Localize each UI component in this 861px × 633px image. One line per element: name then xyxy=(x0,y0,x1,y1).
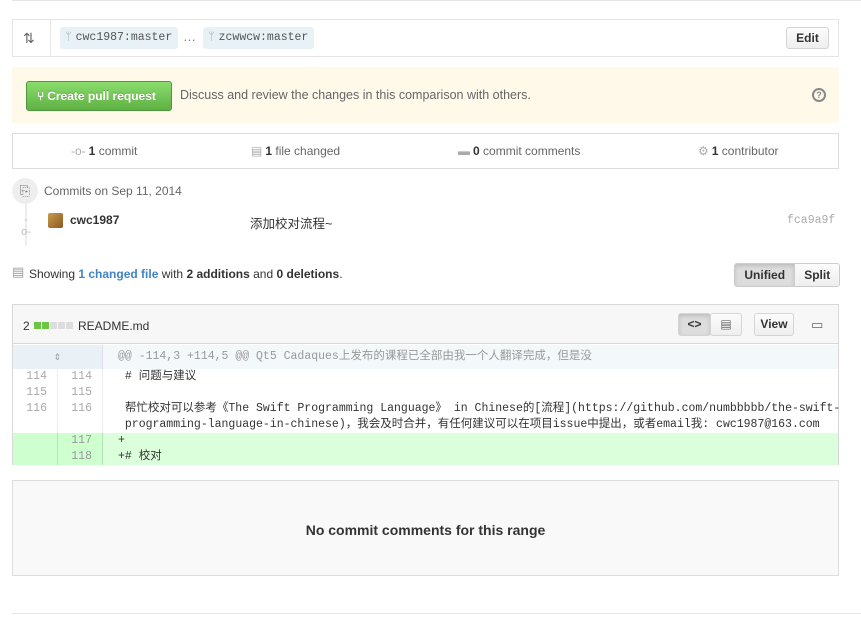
edit-button[interactable]: Edit xyxy=(786,27,829,49)
commit-sha[interactable]: fca9a9f xyxy=(787,214,835,227)
toc-with: with xyxy=(161,267,184,281)
commit-comments-box: No commit comments for this range xyxy=(12,480,839,576)
diffstat-block-added xyxy=(42,322,49,329)
diffstat-block-added xyxy=(34,322,41,329)
question-icon[interactable]: ? xyxy=(812,88,826,102)
rich-diff-button[interactable]: ▤ xyxy=(710,313,742,336)
diff-line: 114 114 # 问题与建议 xyxy=(13,369,838,385)
split-button[interactable]: Split xyxy=(795,264,839,286)
old-line-number[interactable]: 114 xyxy=(13,369,58,385)
head-branch-label: zcwwcw:master xyxy=(218,31,309,44)
files-count: 1 xyxy=(265,144,273,158)
diff-line-code xyxy=(103,385,838,401)
unified-button[interactable]: Unified xyxy=(735,264,796,286)
old-line-number[interactable]: 115 xyxy=(13,385,58,401)
diff-line-code: 帮忙校对可以参考《The Swift Programming Language》… xyxy=(124,402,841,431)
files-changed-tab[interactable]: ▤ 1 file changed xyxy=(251,144,340,158)
diff-hunk-header: ⇕ @@ -114,3 +114,5 @@ Qt5 Cadaques上发布的课程已… xyxy=(13,345,838,369)
diff-line: 115 115 xyxy=(13,385,838,401)
branch-icon: ᛘ xyxy=(65,32,72,44)
diff-line-code: + xyxy=(118,434,125,447)
files-label: file changed xyxy=(275,144,341,158)
new-line-number[interactable]: 114 xyxy=(58,369,103,385)
diff-line: 117 + xyxy=(13,433,838,449)
contributors-count: 1 xyxy=(711,144,719,158)
diff-line-code: @@ -114,3 +114,5 @@ Qt5 Cadaques上发布的课程已全… xyxy=(118,350,592,363)
commit-group-title: Commits on Sep 11, 2014 xyxy=(44,184,182,198)
file-name[interactable]: README.md xyxy=(78,319,149,333)
diff-table: ⇕ @@ -114,3 +114,5 @@ Qt5 Cadaques上发布的课程已… xyxy=(13,345,841,465)
avatar[interactable] xyxy=(48,213,63,228)
contributors-tab[interactable]: ⚙ 1 contributor xyxy=(698,144,779,158)
commit-icon: -o- xyxy=(21,214,31,238)
commits-label: commit xyxy=(98,144,138,158)
contributors-label: contributor xyxy=(721,144,779,158)
toc-prefix: Showing xyxy=(29,267,76,281)
diff-line-code: # 问题与建议 xyxy=(118,370,197,383)
banner-text: Discuss and review the changes in this c… xyxy=(180,88,531,102)
commit-comments-tab[interactable]: ▬ 0 commit comments xyxy=(458,144,580,158)
view-file-button[interactable]: View xyxy=(754,313,794,336)
old-line-number[interactable] xyxy=(13,433,58,449)
diff-line-code: +# 校对 xyxy=(118,450,162,463)
diffstat-count: 2 xyxy=(23,319,30,333)
comments-label: commit comments xyxy=(483,144,581,158)
commits-count-tab[interactable]: -o- 1 commit xyxy=(71,144,137,158)
branch-icon: ᛘ xyxy=(208,32,215,44)
diff-line: 118 +# 校对 xyxy=(13,449,838,465)
desktop-icon[interactable]: ▭ xyxy=(811,317,823,333)
commits-count: 1 xyxy=(88,144,96,158)
file-diff-icon: ▤ xyxy=(12,264,25,279)
no-comments-message: No commit comments for this range xyxy=(305,522,546,538)
diff-line: 116 116 帮忙校对可以参考《The Swift Programming La… xyxy=(13,401,841,433)
toc-suffix: . xyxy=(339,267,343,281)
changed-files-link[interactable]: 1 changed file xyxy=(78,267,158,281)
range-divider xyxy=(50,20,51,56)
file-header: 2 README.md <> ▤ View ▭ xyxy=(13,305,838,344)
range-ellipsis: … xyxy=(183,29,196,44)
source-view-button[interactable]: <> xyxy=(678,313,711,336)
additions-count: 2 additions xyxy=(186,267,250,281)
comments-count: 0 xyxy=(473,144,480,158)
pull-request-banner: ⑂ Create pull request Discuss and review … xyxy=(12,67,839,123)
base-branch-selector[interactable]: ᛘ cwc1987:master xyxy=(60,27,179,49)
repo-push-icon: ⎘ xyxy=(12,178,38,204)
new-line-number[interactable]: 117 xyxy=(58,433,103,449)
base-branch-label: cwc1987:master xyxy=(75,31,173,44)
commit-author[interactable]: cwc1987 xyxy=(70,213,119,227)
new-line-number[interactable]: 116 xyxy=(58,401,103,433)
diffstat-block-neutral xyxy=(50,322,57,329)
git-pull-request-icon: ⑂ xyxy=(37,89,45,103)
compare-summary: -o- 1 commit ▤ 1 file changed ▬ 0 commit co… xyxy=(12,133,839,169)
top-divider xyxy=(12,0,861,1)
commit-icon: -o- xyxy=(71,144,86,158)
new-line-number[interactable]: 115 xyxy=(58,385,103,401)
comment-icon: ▬ xyxy=(458,144,470,158)
create-pull-request-button[interactable]: ⑂ Create pull request xyxy=(26,81,172,111)
old-line-number[interactable] xyxy=(13,449,58,465)
toc-summary: Showing 1 changed file with 2 additions … xyxy=(29,267,343,281)
bottom-divider xyxy=(12,613,861,614)
file-diff-icon: ▤ xyxy=(251,144,263,158)
diffstat-blocks xyxy=(34,322,73,329)
compare-range-editor: ⇅ ᛘ cwc1987:master … ᛘ zcwwcw:master Edit xyxy=(12,19,839,57)
diffstat-block-neutral xyxy=(66,322,73,329)
new-line-number[interactable]: 118 xyxy=(58,449,103,465)
organization-icon: ⚙ xyxy=(698,144,709,158)
file-diff: 2 README.md <> ▤ View ▭ ⇕ @@ -114,3 +114,… xyxy=(12,304,841,465)
git-compare-icon: ⇅ xyxy=(23,30,35,46)
toc-and: and xyxy=(253,267,274,281)
head-branch-selector[interactable]: ᛘ zcwwcw:master xyxy=(203,27,315,49)
diffstat-block-neutral xyxy=(58,322,65,329)
deletions-count: 0 deletions xyxy=(276,267,340,281)
old-line-number[interactable]: 116 xyxy=(13,401,58,433)
expand-icon[interactable]: ⇕ xyxy=(13,345,103,369)
create-pull-request-label: Create pull request xyxy=(47,89,156,103)
commit-message[interactable]: 添加校对流程~ xyxy=(250,213,332,232)
diff-view-toggle: Unified Split xyxy=(734,263,840,287)
